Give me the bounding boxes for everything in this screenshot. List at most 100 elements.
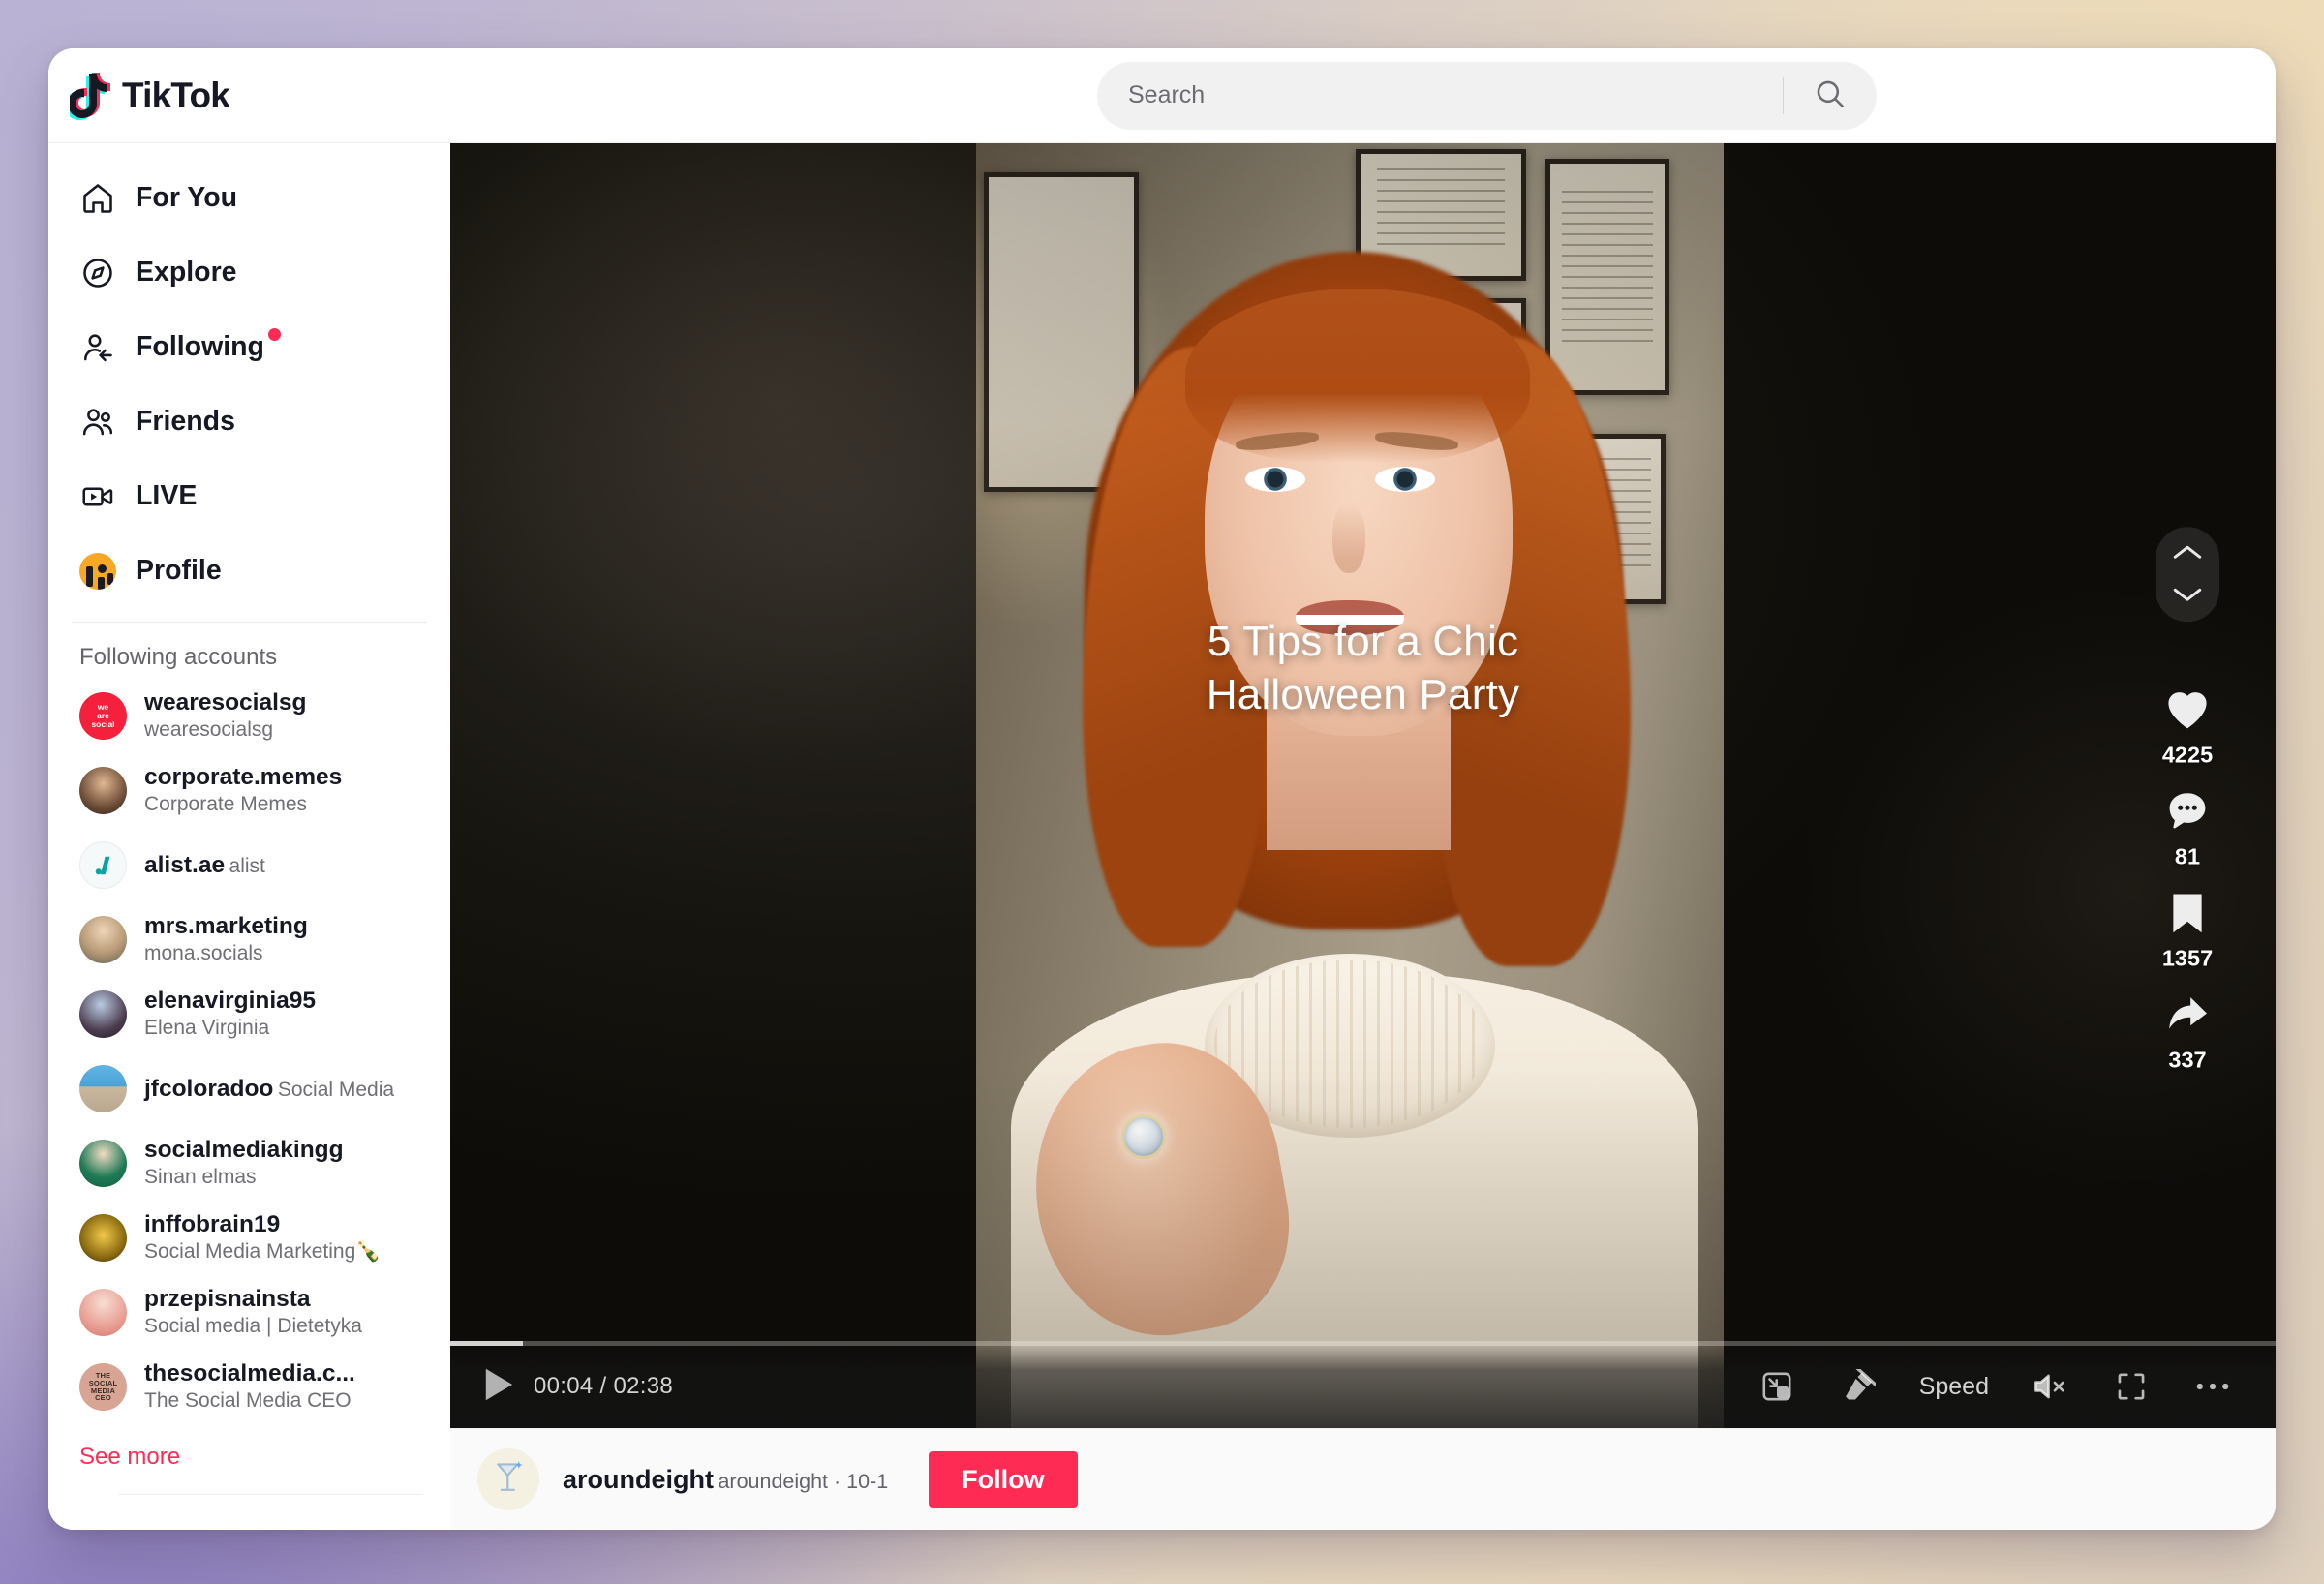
author-meta: aroundeight · 10-1 (718, 1469, 889, 1493)
caption-line-2: Halloween Party (1206, 671, 1520, 719)
tiktok-note-icon (65, 72, 112, 120)
account-name: jfcoloradoo (144, 1075, 274, 1102)
list-item[interactable]: alist.ae alist (72, 828, 427, 902)
avatar (79, 916, 127, 963)
list-item[interactable]: socialmediakingg Sinan elmas (72, 1126, 427, 1201)
tiktok-logo[interactable]: TikTok (65, 72, 230, 120)
sidebar-footer-divider (118, 1494, 423, 1495)
chevron-up-icon[interactable] (2171, 542, 2204, 562)
account-subtitle: Elena Virginia (144, 1017, 270, 1040)
account-name: inffobrain19 (144, 1211, 281, 1238)
search-button[interactable] (1784, 63, 1877, 129)
video-nav-arrows[interactable] (2156, 526, 2219, 622)
play-button[interactable] (474, 1361, 524, 1412)
sidebar-item-for-you[interactable]: For You (70, 161, 429, 235)
video-action-rail: 4225 81 1357 337 (2146, 526, 2229, 1090)
account-subtitle: Social Media Marketing🍾 (144, 1240, 382, 1264)
search-input[interactable] (1097, 81, 1783, 109)
picture-in-picture-icon[interactable] (1757, 1366, 1797, 1407)
account-name: thesocialmedia.c... (144, 1360, 355, 1387)
list-item[interactable]: elenavirginia95 Elena Virginia (72, 977, 427, 1051)
account-subtitle: Sinan elmas (144, 1166, 257, 1189)
video-progress-bar[interactable] (450, 1341, 2276, 1346)
person-arrow-icon (79, 329, 116, 366)
follow-button[interactable]: Follow (929, 1451, 1078, 1508)
primary-nav: For You Explore Following Friends LIVE P… (48, 161, 450, 608)
tiktok-app-window: TikTok Search For You Explore Following … (48, 48, 2276, 1530)
heart-icon (2162, 684, 2213, 734)
mute-icon[interactable] (2030, 1366, 2070, 1407)
sidebar-label-profile: Profile (136, 555, 222, 586)
author-username[interactable]: aroundeight (563, 1465, 714, 1494)
video-caption-overlay: 5 Tips for a Chic Halloween Party (450, 615, 2276, 722)
profile-avatar-icon (79, 552, 116, 590)
video-time-display: 00:04 / 02:38 (534, 1373, 674, 1399)
sidebar-item-live[interactable]: LIVE (70, 459, 429, 533)
account-subtitle: Corporate Memes (144, 793, 308, 816)
avatar (79, 990, 127, 1038)
left-sidebar: For You Explore Following Friends LIVE P… (48, 143, 450, 1530)
avatar (79, 1214, 127, 1262)
comment-count: 81 (2174, 842, 2201, 868)
app-body: For You Explore Following Friends LIVE P… (48, 143, 2276, 1530)
video-controls-right: Speed (1757, 1366, 2233, 1407)
video-progress-fill (450, 1341, 524, 1346)
people-icon (79, 404, 116, 441)
avatar (79, 767, 127, 814)
sidebar-label-live: LIVE (136, 480, 198, 511)
main-content: 5 Tips for a Chic Halloween Party 4225 8… (450, 143, 2276, 1530)
avatar[interactable] (477, 1448, 539, 1510)
like-count: 4225 (2161, 741, 2214, 767)
app-header: TikTok (48, 48, 2276, 143)
account-subtitle: Social media | Dietetyka (144, 1315, 362, 1338)
share-button[interactable]: 337 (2162, 989, 2213, 1073)
account-name: socialmediakingg (144, 1137, 344, 1164)
list-item[interactable]: jfcoloradoo Social Media (72, 1051, 427, 1126)
list-item[interactable]: we are social wearesocialsg wearesocialsg (72, 679, 427, 753)
clear-mode-icon[interactable] (1838, 1366, 1879, 1407)
list-item[interactable]: THE SOCIAL MEDIA CEO thesocialmedia.c... Th… (72, 1350, 427, 1424)
list-item[interactable]: mrs.marketing mona.socials (72, 902, 427, 977)
sidebar-item-explore[interactable]: Explore (70, 235, 429, 310)
sidebar-label-for-you: For You (136, 182, 238, 213)
comment-button[interactable]: 81 (2162, 785, 2213, 869)
home-icon (79, 180, 116, 217)
following-accounts-list: we are social wearesocialsg wearesocialsg … (48, 679, 450, 1424)
account-name: przepisnainsta (144, 1286, 311, 1313)
avatar (79, 1140, 127, 1187)
see-more-link[interactable]: See more (48, 1424, 450, 1471)
account-name: mrs.marketing (144, 913, 308, 940)
sidebar-item-following[interactable]: Following (70, 310, 429, 384)
bookmark-icon (2162, 887, 2213, 937)
avatar: we are social (79, 692, 127, 740)
list-item[interactable]: inffobrain19 Social Media Marketing🍾 (72, 1201, 427, 1275)
more-options-icon[interactable] (2192, 1366, 2233, 1407)
sidebar-item-profile[interactable]: Profile (70, 533, 429, 608)
sidebar-label-following: Following (136, 328, 281, 363)
tiktok-wordmark: TikTok (122, 75, 230, 115)
share-count: 337 (2168, 1046, 2207, 1072)
account-name: alist.ae (144, 851, 226, 878)
chevron-down-icon[interactable] (2171, 585, 2204, 604)
search-bar[interactable] (1097, 61, 1877, 130)
sidebar-label-explore: Explore (136, 257, 237, 288)
video-player[interactable]: 5 Tips for a Chic Halloween Party 4225 8… (450, 143, 2276, 1428)
fullscreen-icon[interactable] (2111, 1366, 2152, 1407)
share-icon (2162, 989, 2213, 1039)
following-notification-dot (267, 328, 281, 341)
bookmark-button[interactable]: 1357 (2162, 887, 2213, 971)
list-item[interactable]: przepisnainsta Social media | Dietetyka (72, 1275, 427, 1350)
video-frame (976, 143, 1724, 1428)
avatar (79, 1289, 127, 1336)
video-controls-bar: 00:04 / 02:38 Speed (450, 1341, 2276, 1428)
playback-speed-button[interactable]: Speed (1919, 1373, 1989, 1401)
list-item[interactable]: corporate.memes Corporate Memes (72, 753, 427, 828)
video-author-bar: aroundeight aroundeight · 10-1 Follow (450, 1428, 2276, 1530)
avatar: THE SOCIAL MEDIA CEO (79, 1363, 127, 1411)
like-button[interactable]: 4225 (2162, 684, 2213, 768)
live-video-icon (79, 478, 116, 515)
account-subtitle: wearesocialsg (144, 718, 274, 742)
search-icon (1814, 77, 1847, 113)
following-accounts-heading: Following accounts (79, 644, 278, 670)
sidebar-item-friends[interactable]: Friends (70, 384, 429, 459)
